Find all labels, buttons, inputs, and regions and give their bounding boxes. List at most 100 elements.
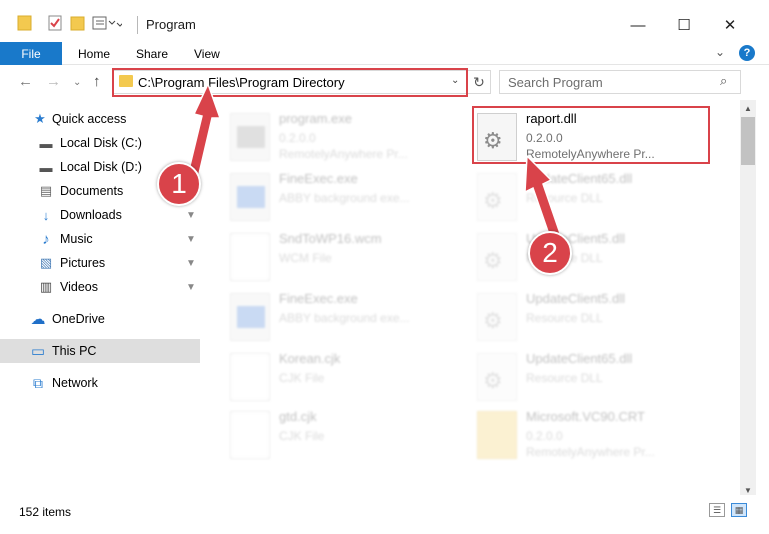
file-detail: RemotelyAnywhere Pr... bbox=[526, 445, 655, 459]
tab-share[interactable]: Share bbox=[136, 47, 168, 61]
file-item[interactable]: program.exe 0.2.0.0 RemotelyAnywhere Pr.… bbox=[230, 110, 470, 165]
file-item[interactable]: FineExec.exe ABBY background exe... bbox=[230, 290, 470, 345]
sidebar-item-music[interactable]: ♪ Music ▼ bbox=[0, 227, 200, 251]
customize-toolbar-icon[interactable] bbox=[92, 14, 124, 34]
sidebar-item-pictures[interactable]: ▧ Pictures ▼ bbox=[0, 251, 200, 275]
sidebar-item-videos[interactable]: ▥ Videos ▼ bbox=[0, 275, 200, 299]
file-name: FineExec.exe bbox=[279, 291, 358, 306]
forward-button[interactable]: → bbox=[46, 73, 61, 90]
tab-home[interactable]: Home bbox=[78, 47, 110, 61]
gear-icon: ⚙ bbox=[483, 188, 503, 213]
refresh-button[interactable]: ↻ bbox=[466, 71, 491, 93]
sidebar-item-label: OneDrive bbox=[52, 312, 105, 326]
step-badge-1: 1 bbox=[157, 162, 201, 206]
file-item[interactable]: ⚙ UpdateClient65.dll Resource DLL bbox=[477, 170, 717, 225]
file-detail: ABBY background exe... bbox=[279, 311, 410, 325]
tab-view[interactable]: View bbox=[194, 47, 220, 61]
tab-file[interactable]: File bbox=[0, 42, 62, 65]
dll-icon: ⚙ bbox=[477, 173, 517, 221]
sidebar-item-this-pc[interactable]: ▭ This PC bbox=[0, 339, 200, 363]
status-bar bbox=[0, 498, 769, 534]
file-detail: Resource DLL bbox=[526, 311, 603, 325]
gear-icon: ⚙ bbox=[483, 308, 503, 333]
step-badge-2: 2 bbox=[528, 231, 572, 275]
file-item[interactable]: FineExec.exe ABBY background exe... bbox=[230, 170, 470, 225]
properties-icon[interactable] bbox=[47, 14, 63, 34]
window-title: Program bbox=[146, 17, 196, 32]
file-name: Korean.cjk bbox=[279, 351, 341, 366]
minimize-button[interactable]: — bbox=[615, 10, 661, 40]
new-folder-icon[interactable] bbox=[70, 14, 86, 34]
file-name: UpdateClient65.dll bbox=[526, 351, 633, 366]
file-item[interactable]: ⚙ UpdateClient5.dll Resource DLL bbox=[477, 290, 717, 345]
sidebar-item-label: Pictures bbox=[60, 256, 106, 270]
documents-icon: ▤ bbox=[39, 183, 53, 198]
file-item[interactable]: Microsoft.VC90.CRT 0.2.0.0 RemotelyAnywh… bbox=[477, 408, 717, 463]
item-count: 152 items bbox=[19, 505, 72, 519]
file-item[interactable]: ⚙ UpdateClient5.dll Resource DLL bbox=[477, 230, 717, 285]
folder-icon bbox=[17, 14, 33, 34]
dll-icon: ⚙ bbox=[477, 233, 517, 281]
drive-icon: ▬ bbox=[39, 159, 53, 175]
exe-icon bbox=[230, 293, 270, 341]
search-icon[interactable]: ⌕ bbox=[720, 73, 727, 89]
sidebar-item-label: Local Disk (D:) bbox=[60, 160, 142, 174]
file-name: FineExec.exe bbox=[279, 171, 358, 186]
back-button[interactable]: ← bbox=[18, 73, 33, 90]
computer-icon: ▭ bbox=[30, 343, 46, 360]
document-icon bbox=[230, 353, 270, 401]
file-detail: CJK File bbox=[279, 429, 325, 443]
file-item[interactable]: SndToWP16.wcm WCM File bbox=[230, 230, 470, 285]
title-bar: Program — ☐ ✕ bbox=[0, 0, 769, 42]
help-icon[interactable]: ? bbox=[739, 45, 755, 61]
cloud-icon: ☁ bbox=[30, 311, 46, 328]
file-highlight-box bbox=[472, 106, 710, 164]
star-icon: ★ bbox=[34, 111, 46, 126]
drive-icon: ▬ bbox=[39, 135, 53, 151]
file-detail: Resource DLL bbox=[526, 371, 603, 385]
sidebar-item-label: Local Disk (C:) bbox=[60, 136, 142, 150]
large-icons-view-icon[interactable]: ▦ bbox=[731, 503, 747, 517]
sidebar-item-network[interactable]: ⧉ Network bbox=[0, 371, 200, 395]
sidebar-item-downloads[interactable]: ↓ Downloads ▼ bbox=[0, 203, 200, 227]
document-icon bbox=[230, 411, 270, 459]
music-icon: ♪ bbox=[42, 230, 50, 248]
sidebar-item-label: Quick access bbox=[52, 112, 127, 126]
dll-icon: ⚙ bbox=[477, 353, 517, 401]
document-icon bbox=[230, 233, 270, 281]
file-item[interactable]: gtd.cjk CJK File bbox=[230, 408, 470, 463]
network-icon: ⧉ bbox=[33, 374, 43, 391]
file-detail: RemotelyAnywhere Pr... bbox=[279, 147, 408, 161]
details-view-icon[interactable]: ☰ bbox=[709, 503, 725, 517]
file-item[interactable]: ⚙ UpdateClient65.dll Resource DLL bbox=[477, 350, 717, 405]
sidebar-item-label: Network bbox=[52, 376, 98, 390]
title-separator bbox=[137, 16, 138, 34]
search-placeholder[interactable]: Search Program bbox=[508, 75, 603, 90]
sidebar-item-onedrive[interactable]: ☁ OneDrive bbox=[0, 307, 200, 331]
file-name: gtd.cjk bbox=[279, 409, 317, 424]
videos-icon: ▥ bbox=[39, 279, 53, 294]
scroll-down-arrow-icon[interactable]: ▼ bbox=[740, 482, 756, 498]
sidebar-item-label: Videos bbox=[60, 280, 98, 294]
file-name: UpdateClient5.dll bbox=[526, 291, 626, 306]
dll-icon: ⚙ bbox=[477, 293, 517, 341]
recent-locations-button[interactable]: ⌄ bbox=[73, 77, 81, 88]
pin-icon: ▼ bbox=[186, 257, 196, 269]
file-name: SndToWP16.wcm bbox=[279, 231, 382, 246]
file-detail: CJK File bbox=[279, 371, 325, 385]
file-detail: 0.2.0.0 bbox=[279, 131, 316, 145]
pin-icon: ▼ bbox=[186, 233, 196, 245]
maximize-button[interactable]: ☐ bbox=[661, 10, 707, 40]
scrollbar-thumb[interactable] bbox=[741, 117, 755, 165]
file-item[interactable]: Korean.cjk CJK File bbox=[230, 350, 470, 405]
address-highlight-box bbox=[112, 68, 468, 97]
sidebar-item-label: Downloads bbox=[60, 208, 122, 222]
scroll-up-arrow-icon[interactable]: ▲ bbox=[740, 100, 756, 116]
gear-icon: ⚙ bbox=[483, 248, 503, 273]
up-button[interactable]: ↑ bbox=[93, 73, 101, 90]
ribbon-expand-icon[interactable]: ⌄ bbox=[715, 45, 725, 59]
gear-icon: ⚙ bbox=[483, 368, 503, 393]
close-button[interactable]: ✕ bbox=[707, 10, 753, 40]
file-detail: ABBY background exe... bbox=[279, 191, 410, 205]
file-name: Microsoft.VC90.CRT bbox=[526, 409, 645, 424]
